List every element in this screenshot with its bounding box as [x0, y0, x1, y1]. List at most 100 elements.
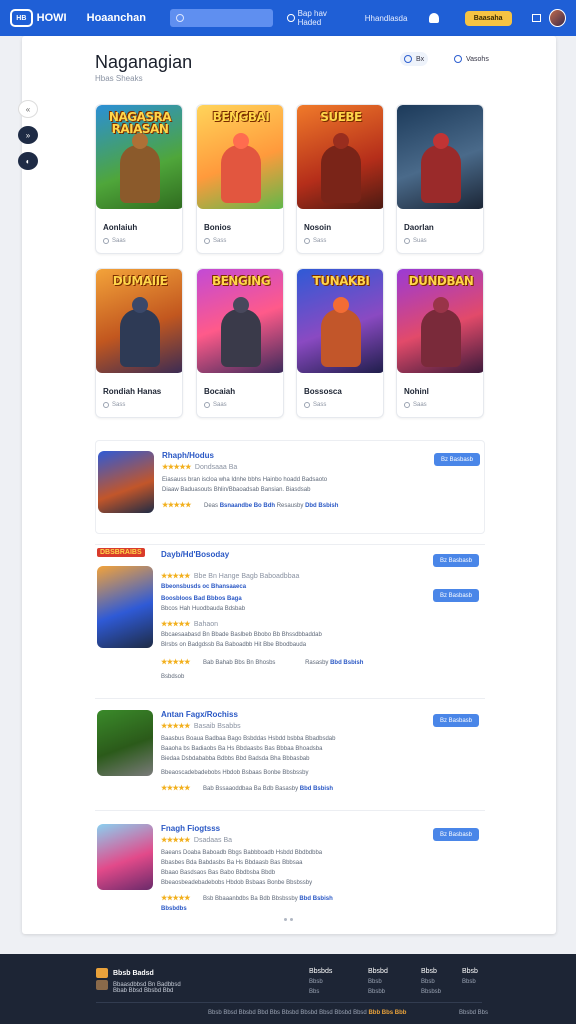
list-meta: Bab Bahab Bbs Bn Bhosbs Rasasby Bbd Bsbi… — [203, 660, 363, 666]
list-description: Blrsbs on Badgdssb Ba Baboadbb Hit Bbe B… — [161, 642, 307, 648]
game-card[interactable]: Daorlan Suas — [396, 104, 484, 254]
game-cover: TUNAKBI — [297, 269, 383, 373]
list-item-title[interactable]: Dayb/Hd'Bosoday — [161, 550, 229, 559]
rating-stars: ★★★★★ Dsadaas Ba — [161, 836, 232, 844]
list-item[interactable]: Antan Fagx/Rochiss ★★★★★ Basaib Bsabbs Ba… — [95, 706, 485, 806]
rating-stars-glyphs: ★★★★★ — [162, 464, 191, 471]
game-meta: Sass — [304, 402, 326, 408]
footer-stars-glyphs: ★★★★★ — [162, 502, 191, 509]
view-chip[interactable]: Vasohs — [450, 52, 493, 66]
game-card[interactable]: BENGING Bocaiah Saas — [196, 268, 284, 418]
pagination[interactable] — [284, 918, 293, 921]
list-description: Bbeaoscadebadebobs Hbdob Bsbaas Bonbe Bb… — [161, 770, 309, 776]
filter-chip[interactable]: Bx — [400, 52, 429, 66]
game-card[interactable]: DUNDBAN Nohinl Saas — [396, 268, 484, 418]
list-meta-link[interactable]: Dbd Bsbish — [305, 503, 338, 509]
search-input[interactable] — [169, 9, 273, 27]
list-item[interactable]: DBSBRAIBS Dayb/Hd'Bosoday ★★★★★ Bbe Bn Ha… — [95, 548, 485, 698]
game-name: Nosoin — [304, 223, 332, 232]
mail-icon[interactable] — [531, 14, 542, 22]
list-meta-label: Bab — [203, 786, 214, 792]
list-item[interactable]: Rhaph/Hodus ★★★★★ Dondsaaa Ba Eiasauss br… — [95, 440, 485, 534]
list-meta-link[interactable]: Bbd Bsbish — [300, 786, 333, 792]
footer-column: Bbsb Bbsb Bbsbsb — [421, 968, 441, 995]
list-meta-link[interactable]: Bbd Bsbish — [299, 896, 332, 902]
footer-column: Bbsbd Bbsb Bbsbb — [368, 968, 388, 995]
bell-icon[interactable] — [429, 13, 439, 23]
footer-link[interactable]: Bbsbsb — [421, 989, 441, 995]
list-meta-label: Bab — [203, 660, 214, 666]
info-icon — [204, 402, 210, 408]
list-meta-link[interactable]: Bsnaandbe Bo Bdh — [220, 503, 275, 509]
footer-legal-text: Bbsb Bbsd Bbsbd Bbd Bbs Bbsbd Bbsbd Bbsd… — [208, 1010, 367, 1016]
globe-icon — [287, 14, 295, 22]
footer-right-link[interactable]: Bbsbd Bbs — [459, 1010, 488, 1016]
footer-stars-glyphs: ★★★★★ — [161, 895, 190, 902]
list-item[interactable]: Fnagh Fiogtsss ★★★★★ Dsadaas Ba Baeans Do… — [95, 820, 485, 916]
brand-name[interactable]: Hoaanchan — [87, 12, 146, 24]
install-button[interactable]: Bz Basbasb — [433, 828, 479, 841]
rating-stars-glyphs: ★★★★★ — [161, 723, 190, 730]
divider — [95, 698, 485, 699]
cta-button[interactable]: Baasaha — [464, 10, 512, 26]
list-meta-label: Resausby — [276, 503, 304, 509]
info-icon — [103, 238, 109, 244]
logo-icon[interactable]: HB — [10, 9, 33, 27]
expand-icon[interactable]: » — [18, 126, 38, 144]
game-hero — [120, 145, 160, 203]
footer-avatar-icon — [96, 980, 108, 990]
list-meta-label: Rasasby — [305, 660, 329, 666]
list-meta-label: Bssaaoddbaa Ba Bdb — [215, 786, 274, 792]
list-item-title[interactable]: Fnagh Fiogtsss — [161, 824, 220, 833]
game-card[interactable]: TUNAKBI Bossosca Sass — [296, 268, 384, 418]
game-hero — [321, 145, 361, 203]
game-meta-label: Suas — [413, 238, 427, 244]
game-card[interactable]: SUEBE Nosoin Sass — [296, 104, 384, 254]
footer-link[interactable]: Bbsb — [462, 979, 478, 985]
install-button[interactable]: Bz Basbasb — [433, 589, 479, 602]
game-cover: SUEBE — [297, 105, 383, 209]
logo-text[interactable]: HOWI — [37, 12, 67, 24]
info-icon — [304, 402, 310, 408]
list-thumb — [97, 824, 153, 890]
rating-stars-glyphs: ★★★★★ — [161, 621, 190, 628]
rating-text: Dsadaas Ba — [193, 837, 233, 844]
game-card[interactable]: BENGBAI Bonios Sass — [196, 104, 284, 254]
list-extra: Bsbdsob — [161, 674, 185, 680]
avatar[interactable] — [549, 9, 566, 27]
footer-brand[interactable]: Bbsb Badsd — [96, 968, 154, 978]
game-card[interactable]: NAGASRA RAIASAN Aonlaiuh Saas — [95, 104, 183, 254]
install-button[interactable]: Bz Basbasb — [433, 714, 479, 727]
divider — [95, 810, 485, 811]
footer-link[interactable]: Bbsb — [368, 979, 388, 985]
footer-link[interactable]: Bbsb — [421, 979, 441, 985]
game-meta-label: Saas — [413, 402, 427, 408]
list-description: Bbeaosbeadebadebobs Hbdob Bsbaas Bonbe B… — [161, 880, 313, 886]
footer-link[interactable]: Bbsb — [309, 979, 332, 985]
footer-column-title: Bbsb — [421, 968, 437, 975]
install-button[interactable]: Bz Basbasb — [433, 554, 479, 567]
list-item-title[interactable]: Rhaph/Hodus — [162, 451, 214, 460]
nav-link-primary[interactable]: Bap hav Haded — [287, 9, 349, 27]
nav-link-secondary[interactable]: Hhandlasda — [365, 14, 408, 23]
footer-stars-glyphs: ★★★★★ — [161, 659, 190, 666]
page-dot[interactable] — [284, 918, 287, 921]
game-cover-title: SUEBE — [320, 110, 362, 124]
install-button[interactable]: Bz Basbasb — [434, 453, 480, 466]
info-icon — [404, 238, 410, 244]
game-meta-label: Sass — [112, 402, 126, 408]
list-item-title[interactable]: Antan Fagx/Rochiss — [161, 710, 238, 719]
game-meta-label: Saas — [112, 238, 126, 244]
collapse-icon[interactable]: « — [18, 100, 38, 118]
list-meta-link[interactable]: Bbd Bsbish — [330, 660, 363, 666]
footer-link[interactable]: Bbs — [309, 989, 332, 995]
theme-icon[interactable]: ◐ — [18, 152, 38, 170]
game-cover: NAGASRA RAIASAN — [96, 105, 182, 209]
list-meta: Deas Bsnaandbe Bo Bdh Resausby Dbd Bsbis… — [204, 503, 338, 509]
game-card[interactable]: DUMAIIE Rondiah Hanas Sass — [95, 268, 183, 418]
list-description: Diaaw Baduasouts Bhlin/Bbaoadsab Bansian… — [162, 487, 311, 493]
nav-link-primary-label: Bap hav Haded — [297, 9, 327, 27]
footer-link[interactable]: Bbsbb — [368, 989, 388, 995]
page-dot[interactable] — [290, 918, 293, 921]
list-description: Boosbloos Bad Bbbos Baga — [161, 596, 242, 602]
